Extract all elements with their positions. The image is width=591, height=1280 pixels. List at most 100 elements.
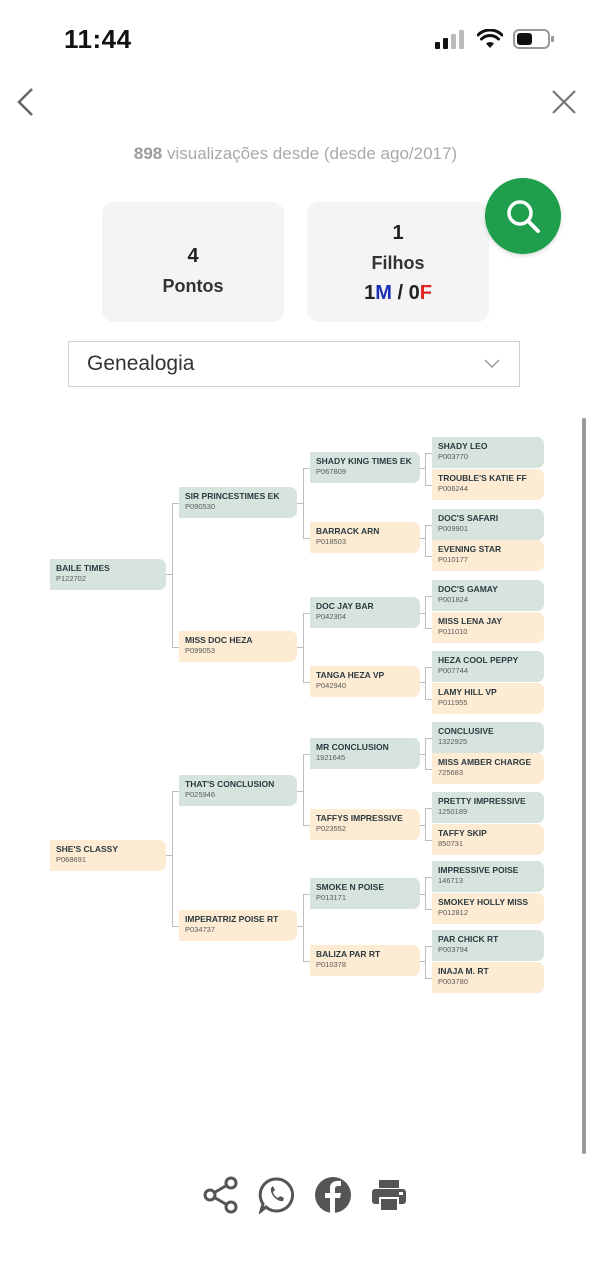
registration-code: P018503	[316, 537, 347, 546]
registration-code: 1322925	[438, 737, 468, 746]
horse-name: SIR PRINCESTIMES EK	[185, 491, 280, 501]
tree-connector	[420, 681, 426, 683]
tree-connector	[172, 502, 179, 504]
tree-connector	[425, 839, 432, 841]
registration-code: P011955	[438, 698, 468, 707]
sex-breakdown: 1M / 0F	[307, 282, 489, 305]
tree-connector	[425, 737, 432, 739]
tree-connector	[420, 467, 426, 469]
pedigree-entry[interactable]: DOC JAY BAR P042304	[310, 597, 420, 628]
horse-name: TAFFY SKIP	[438, 828, 487, 838]
pedigree-entry[interactable]: TANGA HEZA VP P042940	[310, 666, 420, 697]
search-icon	[507, 200, 540, 233]
share-bar	[202, 1176, 408, 1214]
tree-connector	[425, 666, 426, 699]
tree-connector	[303, 824, 310, 826]
tree-connector	[303, 681, 310, 683]
horse-name: EVENING STAR	[438, 544, 502, 554]
pedigree-entry[interactable]: EVENING STAR P010177	[432, 540, 544, 571]
battery-icon	[513, 29, 554, 49]
tree-connector	[425, 876, 426, 909]
pedigree-entry[interactable]: BAILE TIMES P122702	[50, 559, 166, 590]
registration-code: 146713	[438, 876, 464, 885]
pedigree-entry[interactable]: TROUBLE'S KATIE FF P006244	[432, 469, 544, 500]
pedigree-entry[interactable]: TAFFY SKIP 850731	[432, 824, 544, 855]
section-select[interactable]: Genealogia	[68, 341, 520, 387]
pedigree-entry[interactable]: THAT'S CONCLUSION P025946	[179, 775, 297, 806]
horse-name: MISS LENA JAY	[438, 616, 503, 626]
tree-connector	[425, 768, 432, 770]
pedigree-entry[interactable]: MISS DOC HEZA P099053	[179, 631, 297, 662]
pedigree-entry[interactable]: SIR PRINCESTIMES EK P090530	[179, 487, 297, 518]
pedigree-entry[interactable]: DOC'S SAFARI P009901	[432, 509, 544, 540]
pedigree-entry[interactable]: PAR CHICK RT P003794	[432, 930, 544, 961]
filhos-card: 1 Filhos 1M / 0F	[307, 202, 489, 322]
tree-connector	[425, 524, 432, 526]
search-button[interactable]	[485, 178, 561, 254]
pontos-value: 4	[187, 245, 199, 267]
registration-code: P034737	[185, 925, 216, 934]
tree-connector	[425, 452, 432, 454]
horse-name: BALIZA PAR RT	[316, 949, 381, 959]
pedigree-entry[interactable]: SHADY LEO P003770	[432, 437, 544, 468]
whatsapp-icon[interactable]	[258, 1176, 296, 1214]
filhos-label: Filhos	[371, 253, 425, 273]
pedigree-entry[interactable]: HEZA COOL PEPPY P007744	[432, 651, 544, 682]
female-letter: F	[419, 282, 432, 304]
pedigree-entry[interactable]: PRETTY IMPRESSIVE 1250189	[432, 792, 544, 823]
pedigree-entry[interactable]: MISS LENA JAY P011010	[432, 612, 544, 643]
tree-connector	[425, 876, 432, 878]
pedigree-entry[interactable]: DOC'S GAMAY P001824	[432, 580, 544, 611]
pedigree-entry[interactable]: SHE'S CLASSY P068691	[50, 840, 166, 871]
pedigree-entry[interactable]: LAMY HILL VP P011955	[432, 683, 544, 714]
back-button[interactable]	[14, 86, 38, 123]
registration-code: P011010	[438, 627, 468, 636]
views-text: visualizações desde	[166, 144, 320, 163]
tree-connector	[297, 502, 304, 504]
pedigree-entry[interactable]: MR CONCLUSION 1921645	[310, 738, 420, 769]
horse-name: SMOKE N POISE	[316, 882, 385, 892]
horse-name: TROUBLE'S KATIE FF	[438, 473, 527, 483]
tree-connector	[425, 595, 426, 628]
tree-connector	[420, 537, 426, 539]
registration-code: P003794	[438, 945, 469, 954]
tree-connector	[425, 524, 426, 556]
pedigree-entry[interactable]: MISS AMBER CHARGE 725683	[432, 753, 544, 784]
pedigree-entry[interactable]: SHADY KING TIMES EK P067809	[310, 452, 420, 483]
tree-connector	[297, 925, 304, 927]
pedigree-entry[interactable]: IMPERATRIZ POISE RT P034737	[179, 910, 297, 941]
registration-code: P090530	[185, 502, 216, 511]
tree-connector	[425, 908, 432, 910]
tree-connector	[425, 452, 426, 485]
share-icon[interactable]	[202, 1176, 240, 1214]
status-time: 11:44	[64, 24, 132, 54]
pedigree-entry[interactable]: BARRACK ARN P018503	[310, 522, 420, 553]
tree-connector	[425, 484, 432, 486]
pedigree-entry[interactable]: INAJA M. RT P003780	[432, 962, 544, 993]
print-icon[interactable]	[370, 1176, 408, 1214]
registration-code: 725683	[438, 768, 464, 777]
close-button[interactable]	[550, 88, 578, 121]
horse-name: TANGA HEZA VP	[316, 670, 385, 680]
pedigree-entry[interactable]: BALIZA PAR RT P010378	[310, 945, 420, 976]
registration-code: P025946	[185, 790, 216, 799]
male-letter: M	[375, 282, 392, 304]
registration-code: 850731	[438, 839, 464, 848]
tree-connector	[172, 925, 179, 927]
signal-icon	[435, 30, 464, 49]
pedigree-entry[interactable]: IMPRESSIVE POISE 146713	[432, 861, 544, 892]
pedigree-entry[interactable]: TAFFYS IMPRESSIVE P023552	[310, 809, 420, 840]
pedigree-entry[interactable]: CONCLUSIVE 1322925	[432, 722, 544, 753]
status-icons	[435, 28, 555, 50]
tree-connector	[303, 537, 310, 539]
tree-connector	[303, 467, 310, 469]
facebook-icon[interactable]	[314, 1176, 352, 1214]
pedigree-entry[interactable]: SMOKEY HOLLY MISS P012812	[432, 893, 544, 924]
registration-code: P012812	[438, 908, 469, 917]
pedigree-entry[interactable]: SMOKE N POISE P013171	[310, 878, 420, 909]
tree-connector	[425, 627, 432, 629]
horse-name: SMOKEY HOLLY MISS	[438, 897, 529, 907]
chevron-down-icon	[484, 359, 500, 369]
scrollbar[interactable]	[582, 418, 586, 1154]
female-count: 0	[408, 282, 420, 304]
